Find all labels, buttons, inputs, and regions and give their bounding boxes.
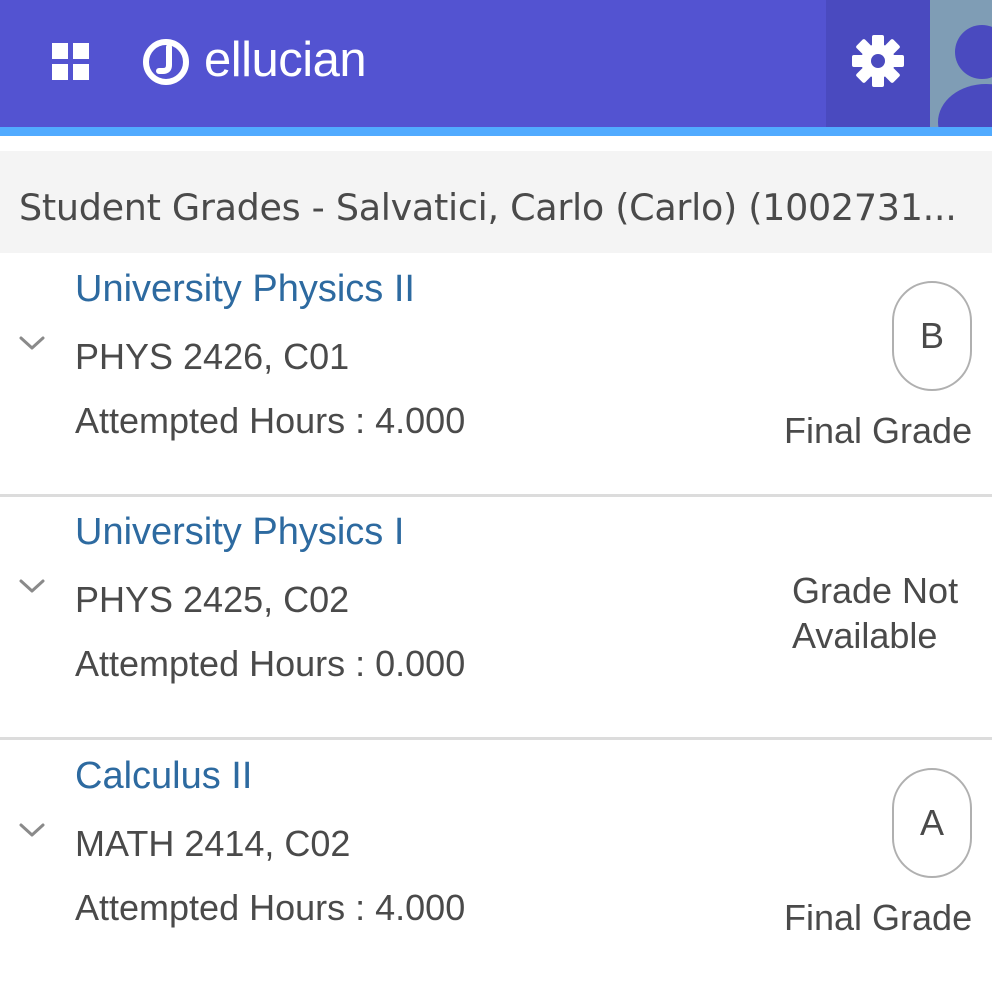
attempted-hours: Attempted Hours : 4.000 bbox=[75, 887, 466, 928]
grade-status: Grade Not Available bbox=[792, 570, 959, 656]
chevron-down-icon[interactable] bbox=[17, 820, 47, 840]
header-accent-bar bbox=[0, 127, 992, 136]
course-card: University Physics II PHYS 2426, C01 Att… bbox=[0, 253, 992, 497]
grade-label: Final Grade bbox=[784, 410, 973, 451]
course-code: MATH 2414, C02 bbox=[75, 823, 351, 864]
attempted-hours: Attempted Hours : 4.000 bbox=[75, 400, 466, 441]
gear-icon bbox=[851, 34, 905, 93]
apps-grid-icon[interactable] bbox=[52, 43, 89, 80]
ellucian-logo[interactable]: ellucian bbox=[142, 32, 367, 88]
grade-label: Final Grade bbox=[784, 897, 973, 938]
chevron-down-icon[interactable] bbox=[17, 576, 47, 596]
user-avatar[interactable] bbox=[930, 0, 992, 127]
ellucian-logo-icon bbox=[142, 38, 190, 86]
settings-button[interactable] bbox=[826, 0, 930, 127]
course-code: PHYS 2425, C02 bbox=[75, 579, 350, 620]
course-title-link[interactable]: University Physics I bbox=[75, 510, 404, 556]
top-app-bar: ellucian bbox=[0, 0, 992, 127]
course-card: University Physics I PHYS 2425, C02 Atte… bbox=[0, 496, 992, 740]
grade-badge: B bbox=[892, 281, 972, 391]
course-code: PHYS 2426, C01 bbox=[75, 336, 350, 377]
course-card: Calculus II MATH 2414, C02 Attempted Hou… bbox=[0, 740, 992, 984]
page-title: Student Grades - Salvatici, Carlo (Carlo… bbox=[19, 186, 957, 229]
user-avatar-icon bbox=[930, 25, 992, 127]
brand-name: ellucian bbox=[204, 32, 367, 87]
course-title-link[interactable]: Calculus II bbox=[75, 754, 252, 800]
chevron-down-icon[interactable] bbox=[17, 333, 47, 353]
grade-badge: A bbox=[892, 768, 972, 878]
attempted-hours: Attempted Hours : 0.000 bbox=[75, 643, 466, 684]
course-title-link[interactable]: University Physics II bbox=[75, 267, 415, 313]
